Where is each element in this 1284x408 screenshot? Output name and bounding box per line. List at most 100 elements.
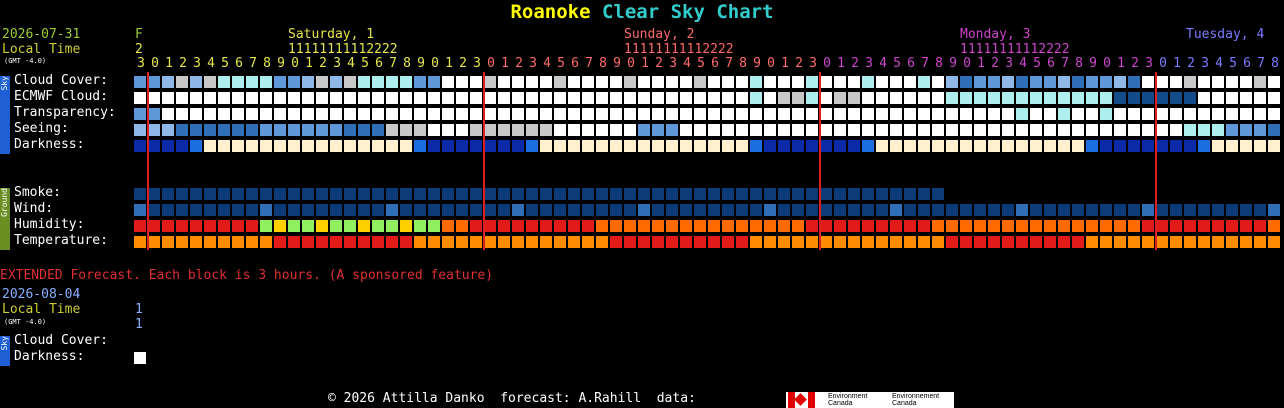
forecast-cell[interactable] — [190, 236, 202, 248]
forecast-cell[interactable] — [232, 236, 244, 248]
forecast-cell[interactable] — [260, 220, 272, 232]
forecast-cell[interactable] — [736, 124, 748, 136]
forecast-cell[interactable] — [792, 204, 804, 216]
forecast-cell[interactable] — [1240, 108, 1252, 120]
forecast-cell[interactable] — [1254, 236, 1266, 248]
forecast-cell[interactable] — [190, 140, 202, 152]
forecast-cell[interactable] — [218, 204, 230, 216]
forecast-cell[interactable] — [890, 204, 902, 216]
forecast-cell[interactable] — [274, 92, 286, 104]
forecast-cell[interactable] — [1058, 124, 1070, 136]
forecast-cell[interactable] — [624, 124, 636, 136]
forecast-cell[interactable] — [260, 92, 272, 104]
forecast-cell[interactable] — [582, 76, 594, 88]
forecast-cell[interactable] — [988, 76, 1000, 88]
forecast-cell[interactable] — [820, 140, 832, 152]
forecast-cell[interactable] — [1240, 140, 1252, 152]
forecast-cell[interactable] — [1016, 220, 1028, 232]
forecast-cell[interactable] — [162, 92, 174, 104]
forecast-cell[interactable] — [876, 220, 888, 232]
forecast-cell[interactable] — [232, 92, 244, 104]
forecast-cell[interactable] — [414, 220, 426, 232]
forecast-cell[interactable] — [736, 92, 748, 104]
forecast-cell[interactable] — [778, 140, 790, 152]
forecast-cell[interactable] — [344, 76, 356, 88]
forecast-cell[interactable] — [876, 236, 888, 248]
forecast-cell[interactable] — [456, 140, 468, 152]
forecast-cell[interactable] — [568, 236, 580, 248]
forecast-cell[interactable] — [862, 220, 874, 232]
forecast-cell[interactable] — [260, 108, 272, 120]
forecast-cell[interactable] — [190, 220, 202, 232]
forecast-cell[interactable] — [246, 76, 258, 88]
forecast-cell[interactable] — [1198, 108, 1210, 120]
forecast-cell[interactable] — [764, 220, 776, 232]
forecast-cell[interactable] — [624, 236, 636, 248]
forecast-cell[interactable] — [218, 92, 230, 104]
forecast-cell[interactable] — [722, 124, 734, 136]
forecast-cell[interactable] — [1212, 204, 1224, 216]
forecast-cell[interactable] — [638, 76, 650, 88]
forecast-cell[interactable] — [708, 188, 720, 200]
forecast-cell[interactable] — [694, 204, 706, 216]
forecast-cell[interactable] — [946, 220, 958, 232]
forecast-cell[interactable] — [946, 140, 958, 152]
forecast-cell[interactable] — [582, 108, 594, 120]
forecast-cell[interactable] — [176, 124, 188, 136]
forecast-cell[interactable] — [1016, 236, 1028, 248]
forecast-cell[interactable] — [666, 236, 678, 248]
forecast-cell[interactable] — [456, 204, 468, 216]
forecast-cell[interactable] — [330, 220, 342, 232]
forecast-cell[interactable] — [1058, 140, 1070, 152]
forecast-cell[interactable] — [918, 236, 930, 248]
forecast-cell[interactable] — [512, 236, 524, 248]
forecast-cell[interactable] — [1030, 92, 1042, 104]
forecast-cell[interactable] — [1240, 92, 1252, 104]
forecast-cell[interactable] — [750, 236, 762, 248]
forecast-cell[interactable] — [960, 108, 972, 120]
forecast-cell[interactable] — [190, 188, 202, 200]
forecast-cell[interactable] — [806, 92, 818, 104]
forecast-cell[interactable] — [400, 204, 412, 216]
forecast-cell[interactable] — [540, 188, 552, 200]
forecast-cell[interactable] — [568, 124, 580, 136]
forecast-cell[interactable] — [708, 220, 720, 232]
forecast-cell[interactable] — [624, 204, 636, 216]
forecast-cell[interactable] — [316, 92, 328, 104]
forecast-cell[interactable] — [246, 108, 258, 120]
forecast-cell[interactable] — [204, 92, 216, 104]
forecast-cell[interactable] — [554, 204, 566, 216]
forecast-cell[interactable] — [750, 140, 762, 152]
forecast-cell[interactable] — [792, 220, 804, 232]
forecast-cell[interactable] — [218, 140, 230, 152]
forecast-cell[interactable] — [162, 140, 174, 152]
forecast-cell[interactable] — [456, 108, 468, 120]
forecast-cell[interactable] — [246, 204, 258, 216]
forecast-cell[interactable] — [806, 236, 818, 248]
forecast-cell[interactable] — [1198, 124, 1210, 136]
forecast-cell[interactable] — [946, 204, 958, 216]
forecast-cell[interactable] — [596, 124, 608, 136]
forecast-cell[interactable] — [610, 236, 622, 248]
forecast-cell[interactable] — [848, 188, 860, 200]
forecast-cell[interactable] — [1016, 204, 1028, 216]
forecast-cell[interactable] — [134, 76, 146, 88]
forecast-cell[interactable] — [708, 124, 720, 136]
forecast-cell[interactable] — [274, 220, 286, 232]
forecast-cell[interactable] — [918, 188, 930, 200]
forecast-cell[interactable] — [372, 204, 384, 216]
forecast-cell[interactable] — [638, 236, 650, 248]
forecast-cell[interactable] — [708, 92, 720, 104]
forecast-cell[interactable] — [946, 124, 958, 136]
forecast-cell[interactable] — [372, 236, 384, 248]
forecast-cell[interactable] — [344, 108, 356, 120]
forecast-cell[interactable] — [526, 188, 538, 200]
forecast-cell[interactable] — [890, 236, 902, 248]
forecast-cell[interactable] — [484, 220, 496, 232]
forecast-cell[interactable] — [358, 76, 370, 88]
forecast-cell[interactable] — [1156, 76, 1168, 88]
forecast-cell[interactable] — [1170, 140, 1182, 152]
forecast-cell[interactable] — [876, 188, 888, 200]
forecast-cell[interactable] — [1100, 140, 1112, 152]
forecast-cell[interactable] — [862, 236, 874, 248]
